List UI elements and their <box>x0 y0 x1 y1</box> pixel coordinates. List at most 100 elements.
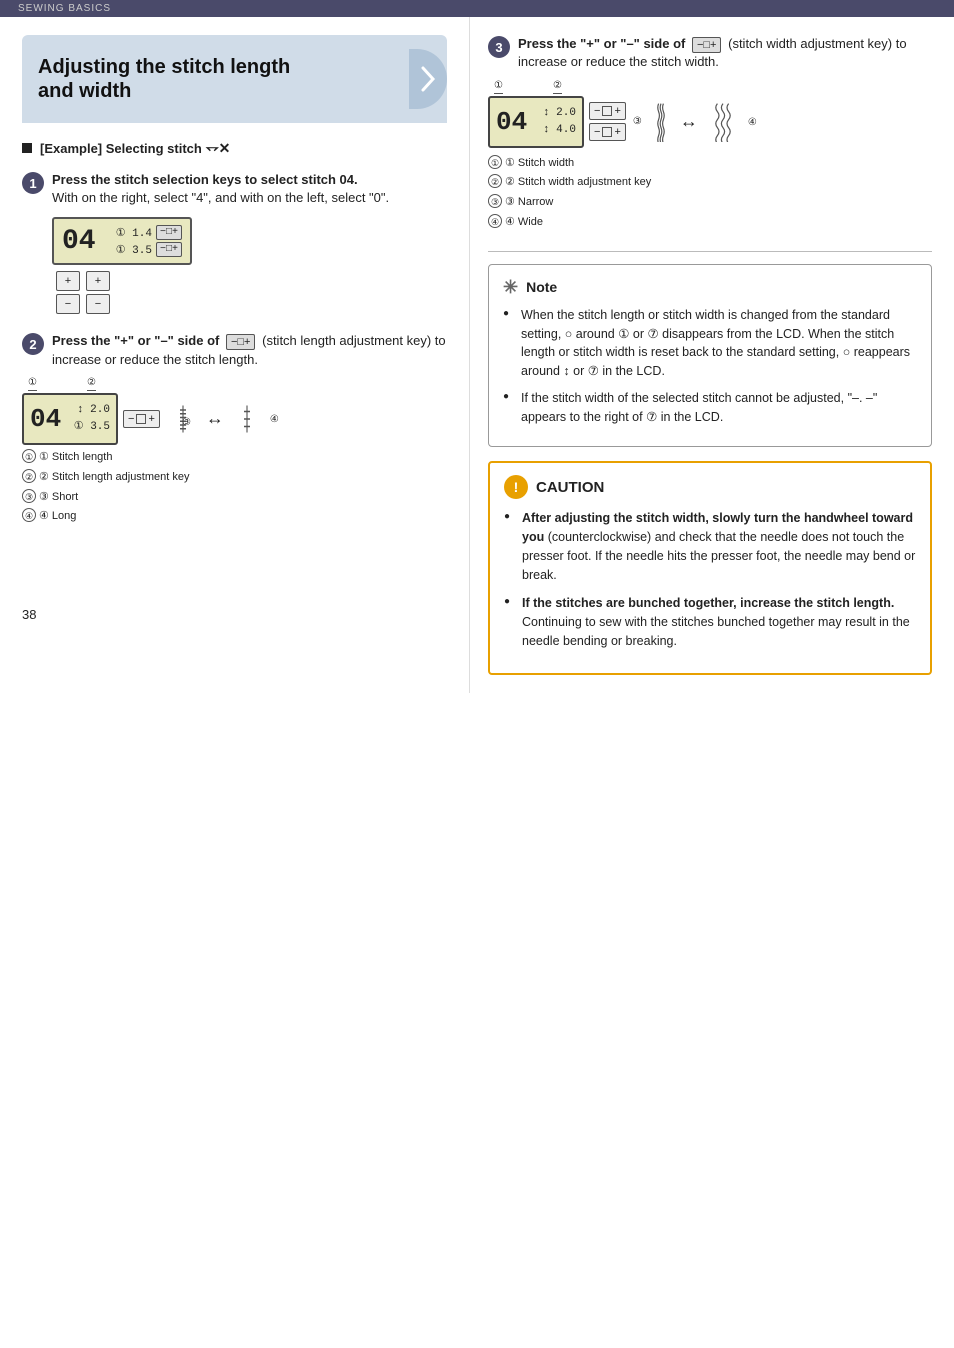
step-1-circle: 1 <box>22 172 44 194</box>
step-3-header: 3 Press the "+" or "–" side of −□+ (stit… <box>488 35 932 72</box>
step-1-val1: ① 1.4 <box>116 226 152 240</box>
step-3-lcd-num: 04 <box>496 107 527 137</box>
s3-annot-circle2: ② <box>553 80 562 94</box>
arrow-icon <box>419 64 437 94</box>
step-2-header: 2 Press the "+" or "–" side of −□+ (stit… <box>22 332 447 369</box>
step-1-btn-group-2: + − <box>86 271 110 314</box>
caution-title: ! CAUTION <box>504 475 916 499</box>
step-1-text: Press the stitch selection keys to selec… <box>52 171 389 207</box>
step-2-val2: ① 3.5 <box>74 419 110 436</box>
header-label: SEWING BASICS <box>18 3 111 14</box>
step-3-val1: ↕ 2.0 <box>543 105 576 122</box>
step-1-key2: −□+ <box>156 242 182 257</box>
step-1-buttons: + − + − <box>56 271 110 314</box>
example-label: [Example] Selecting stitch <box>40 141 202 156</box>
annot-circle1: ① <box>28 377 37 391</box>
step-2-key-btn[interactable]: −+ <box>123 410 160 428</box>
title-box: Adjusting the stitch length and width <box>22 35 447 123</box>
s3-circle3-label: ③ <box>633 116 642 127</box>
step-1-detail: With on the right, select "4", and with … <box>52 190 389 205</box>
step-1-btn-plus-2[interactable]: + <box>86 271 110 291</box>
s3-legend-4: ④④ Wide <box>488 213 932 233</box>
step-3-key: −□+ <box>692 37 722 53</box>
page-title: Adjusting the stitch length and width <box>38 55 290 103</box>
caution-list: After adjusting the stitch width, slowly… <box>504 509 916 650</box>
step-3-annot-top: ① ② <box>494 80 932 94</box>
left-column: Adjusting the stitch length and width [E… <box>0 17 470 693</box>
step-3-stitch-narrow <box>650 102 672 142</box>
step-2-lcd-vals: ↕ 2.0 ① 3.5 <box>74 402 110 435</box>
title-arrow-decoration <box>409 49 447 109</box>
step-1-header: 1 Press the stitch selection keys to sel… <box>22 171 447 207</box>
note-item-2: If the stitch width of the selected stit… <box>503 389 917 427</box>
step-2-legend: ①① Stitch length ②② Stitch length adjust… <box>22 448 447 527</box>
s3-legend-2: ②② Stitch width adjustment key <box>488 173 932 193</box>
step-1-lcd: 04 ① 1.4 −□+ ① 3.5 −□+ <box>52 217 192 265</box>
stitch-symbol-2: ✕ <box>219 140 231 157</box>
step-1-key1: −□+ <box>156 225 182 240</box>
caution-item-1: After adjusting the stitch width, slowly… <box>504 509 916 584</box>
step-1-btn-plus-1[interactable]: + <box>56 271 80 291</box>
step-2-lcd: 04 ↕ 2.0 ① 3.5 <box>22 393 118 445</box>
caution-box: ! CAUTION After adjusting the stitch wid… <box>488 461 932 674</box>
step-1-btn-minus-1[interactable]: − <box>56 294 80 314</box>
s3-annot-circle1: ① <box>494 80 503 94</box>
step-2-lcd-num: 04 <box>30 404 61 434</box>
page-header: SEWING BASICS <box>0 0 954 17</box>
legend-4: ④④ Long <box>22 507 447 527</box>
s3-legend-1: ①① Stitch width <box>488 154 932 174</box>
caution-2-bold: If the stitches are bunched together, in… <box>522 596 894 610</box>
caution-1-normal: (counterclockwise) and check that the ne… <box>522 530 915 582</box>
step-3-stitch-wide <box>706 102 740 142</box>
caution-icon: ! <box>504 475 528 499</box>
legend-1: ①① Stitch length <box>22 448 447 468</box>
step-3-diagram: ① ② 04 ↕ 2.0 ↕ 4.0 −+ −+ <box>488 80 932 233</box>
step-1: 1 Press the stitch selection keys to sel… <box>22 171 447 314</box>
separator-1 <box>488 251 932 252</box>
right-column: 3 Press the "+" or "–" side of −□+ (stit… <box>470 17 954 693</box>
step-2-circle: 2 <box>22 333 44 355</box>
s3-circle4-label: ④ <box>748 117 757 128</box>
caution-2-normal: Continuing to sew with the stitches bunc… <box>522 615 910 648</box>
step-3-key-btn-2[interactable]: −+ <box>589 123 626 141</box>
stitch-narrow-icon <box>650 102 672 142</box>
step-1-btn-group-1: + − <box>56 271 80 314</box>
note-box: ✳ Note When the stitch length or stitch … <box>488 264 932 448</box>
step-3-val2: ↕ 4.0 <box>543 122 576 139</box>
stitch-long-icon <box>233 404 261 434</box>
step-3-main-row: 04 ↕ 2.0 ↕ 4.0 −+ −+ ③ <box>488 96 932 148</box>
step-2-key: −□+ <box>226 334 256 350</box>
step-1-btn-minus-2[interactable]: − <box>86 294 110 314</box>
step-1-val2: ① 3.5 <box>116 243 152 257</box>
example-line: [Example] Selecting stitch ⥐ ✕ <box>22 139 447 157</box>
step-2: 2 Press the "+" or "–" side of −□+ (stit… <box>22 332 447 527</box>
step-3-lcd: 04 ↕ 2.0 ↕ 4.0 <box>488 96 584 148</box>
step-3-keys: −+ −+ <box>589 102 626 141</box>
step-2-keys: −+ <box>123 410 160 428</box>
annot-circle2: ② <box>87 377 96 391</box>
page-number: 38 <box>22 607 36 622</box>
note-icon: ✳ <box>503 277 518 298</box>
step-2-circle4-label: ④ <box>270 414 279 425</box>
note-list: When the stitch length or stitch width i… <box>503 306 917 427</box>
stitch-wide-icon <box>706 102 740 142</box>
caution-title-text: CAUTION <box>536 479 604 496</box>
step-2-annot-top: ① ② <box>28 377 447 391</box>
step-2-arrows: ↔ <box>206 408 224 429</box>
legend-2: ②② Stitch length adjustment key <box>22 468 447 488</box>
step-3: 3 Press the "+" or "–" side of −□+ (stit… <box>488 35 932 233</box>
step-3-circle: 3 <box>488 36 510 58</box>
legend-3: ③③ Short <box>22 488 447 508</box>
step-2-val1: ↕ 2.0 <box>77 402 110 419</box>
step-3-legend: ①① Stitch width ②② Stitch width adjustme… <box>488 154 932 233</box>
step-3-key-btn-1[interactable]: −+ <box>589 102 626 120</box>
step-1-diagram: 04 ① 1.4 −□+ ① 3.5 −□+ <box>52 217 447 314</box>
step-3-arrows: ↔ <box>680 111 698 132</box>
square-bullet <box>22 143 32 153</box>
step-2-text: Press the "+" or "–" side of −□+ (stitch… <box>52 332 447 369</box>
note-title-text: Note <box>526 279 557 295</box>
step-2-diagram: ① ② 04 ↕ 2.0 ① 3.5 −+ <box>22 377 447 527</box>
stitch-symbol: ⥐ <box>206 139 219 157</box>
step-1-lcd-num: 04 <box>62 226 96 257</box>
caution-item-2: If the stitches are bunched together, in… <box>504 594 916 650</box>
